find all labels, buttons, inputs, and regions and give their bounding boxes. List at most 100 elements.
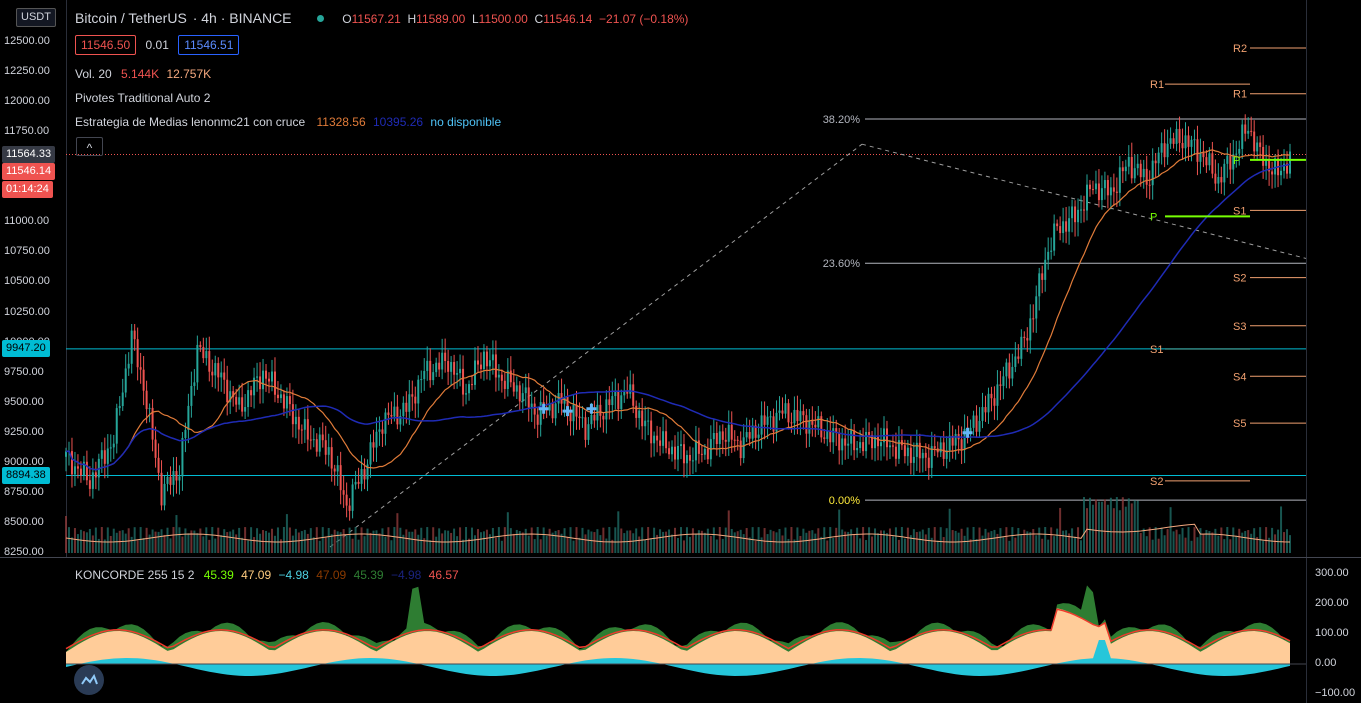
- sell-button[interactable]: 11546.50: [75, 35, 137, 55]
- pivots-legend[interactable]: Pivotes Traditional Auto 2: [75, 91, 210, 105]
- candle-body: [276, 394, 279, 399]
- candle-body: [256, 376, 259, 378]
- tradingview-logo-icon[interactable]: [74, 665, 104, 695]
- candle-body: [1145, 168, 1148, 185]
- interval-value[interactable]: 4h: [201, 10, 217, 26]
- candle-body: [784, 403, 787, 414]
- candle-body: [1196, 139, 1199, 162]
- volume-bar: [217, 527, 220, 553]
- volume-bar: [957, 532, 960, 553]
- volume-bar: [653, 527, 656, 553]
- candle-body: [996, 384, 999, 406]
- candle-body: [706, 448, 709, 460]
- indicator-legend[interactable]: KONCORDE 255 15 2 45.39 47.09 −4.98 47.0…: [75, 568, 459, 582]
- volume-bar: [1238, 528, 1241, 553]
- candle-body: [1038, 273, 1041, 297]
- status-dot-icon: [317, 15, 325, 22]
- candle-body: [671, 446, 674, 455]
- buy-button[interactable]: 11546.51: [178, 35, 240, 55]
- indicator-axis[interactable]: 300.00 200.00 100.00 0.00 −100.00: [1306, 558, 1361, 703]
- symbol-name[interactable]: Bitcoin / TetherUS: [75, 10, 187, 26]
- candle-body: [79, 468, 82, 476]
- volume-bar: [178, 527, 181, 553]
- pane-separator[interactable]: [0, 557, 1361, 558]
- currency-badge[interactable]: USDT: [16, 8, 56, 27]
- volume-bar: [136, 540, 139, 553]
- chart-canvas[interactable]: 38.20%23.60%0.00%R2R1PS1S2S3S4S5R1PS1S2: [0, 0, 1361, 703]
- candle-body: [984, 407, 987, 413]
- volume-bar: [823, 527, 826, 553]
- candle-body: [1074, 206, 1077, 223]
- volume-bar: [730, 528, 733, 553]
- volume-bar: [679, 527, 682, 553]
- pivot-label: R1: [1233, 89, 1247, 101]
- candle-body: [662, 431, 665, 446]
- candle-body: [1283, 163, 1286, 171]
- interval[interactable]: · 4h ·: [193, 10, 226, 26]
- strategy-legend[interactable]: Estrategia de Medias lenonmc21 con cruce…: [75, 115, 501, 129]
- candle-body: [948, 435, 951, 451]
- volume-bar: [975, 539, 978, 553]
- volume-bar: [1163, 535, 1166, 553]
- volume-bar: [282, 527, 285, 553]
- volume-bar: [760, 537, 763, 553]
- candle-body: [674, 446, 677, 460]
- volume-bar: [521, 532, 524, 553]
- volume-bar: [247, 540, 250, 553]
- volume-bar: [608, 527, 611, 553]
- volume-bar: [1142, 528, 1145, 553]
- volume-bar: [754, 540, 757, 553]
- candle-body: [715, 433, 718, 445]
- volume-bar: [688, 536, 691, 553]
- indicator-value-1: 45.39: [203, 568, 234, 582]
- candle-body: [241, 397, 244, 412]
- indicator-tick: 0.00: [1315, 657, 1337, 669]
- volume-bar: [566, 537, 569, 553]
- candle-body: [712, 433, 715, 440]
- candle-body: [109, 447, 112, 449]
- volume-bar: [811, 530, 814, 553]
- candle-body: [939, 442, 942, 453]
- candle-body: [294, 416, 297, 425]
- candle-body: [1142, 168, 1145, 178]
- volume-bar: [659, 529, 662, 553]
- candle-body: [1172, 138, 1175, 144]
- candle-body: [859, 442, 862, 449]
- volume-bar: [1112, 508, 1115, 553]
- volume-bar: [291, 535, 294, 553]
- volume-bar: [990, 531, 993, 553]
- volume-bar: [381, 528, 384, 553]
- volume-bar: [241, 537, 244, 553]
- volume-bar: [151, 529, 154, 553]
- volume-bar: [805, 532, 808, 553]
- volume-bar: [1178, 534, 1181, 553]
- candle-body: [384, 412, 387, 434]
- candle-body: [862, 442, 865, 452]
- volume-bar: [1241, 532, 1244, 553]
- volume-bar: [154, 531, 157, 553]
- volume-bar: [70, 537, 73, 553]
- volume-bar: [1268, 537, 1271, 553]
- volume-bar: [1154, 527, 1157, 553]
- candle-body: [336, 465, 339, 472]
- candle-body: [70, 451, 73, 475]
- volume-bar: [569, 527, 572, 553]
- candle-body: [127, 363, 130, 369]
- candle-body: [65, 451, 67, 457]
- volume-bar: [948, 508, 951, 553]
- pivot-label: P: [1233, 155, 1240, 167]
- candle-body: [1238, 148, 1241, 154]
- candle-body: [539, 402, 542, 425]
- candle-body: [444, 352, 447, 362]
- volume-bar: [554, 530, 557, 553]
- collapse-legend-button[interactable]: ^: [76, 137, 103, 156]
- volume-value-1: 5.144K: [121, 67, 160, 81]
- volume-bar: [972, 527, 975, 553]
- volume-legend[interactable]: Vol. 20 5.144K 12.757K: [75, 67, 211, 81]
- candle-body: [381, 429, 384, 434]
- volume-bar: [488, 534, 491, 553]
- candle-body: [184, 429, 187, 438]
- volume-bar: [536, 527, 539, 553]
- volume-bar: [1002, 537, 1005, 553]
- ma-fast-line: [65, 149, 1291, 471]
